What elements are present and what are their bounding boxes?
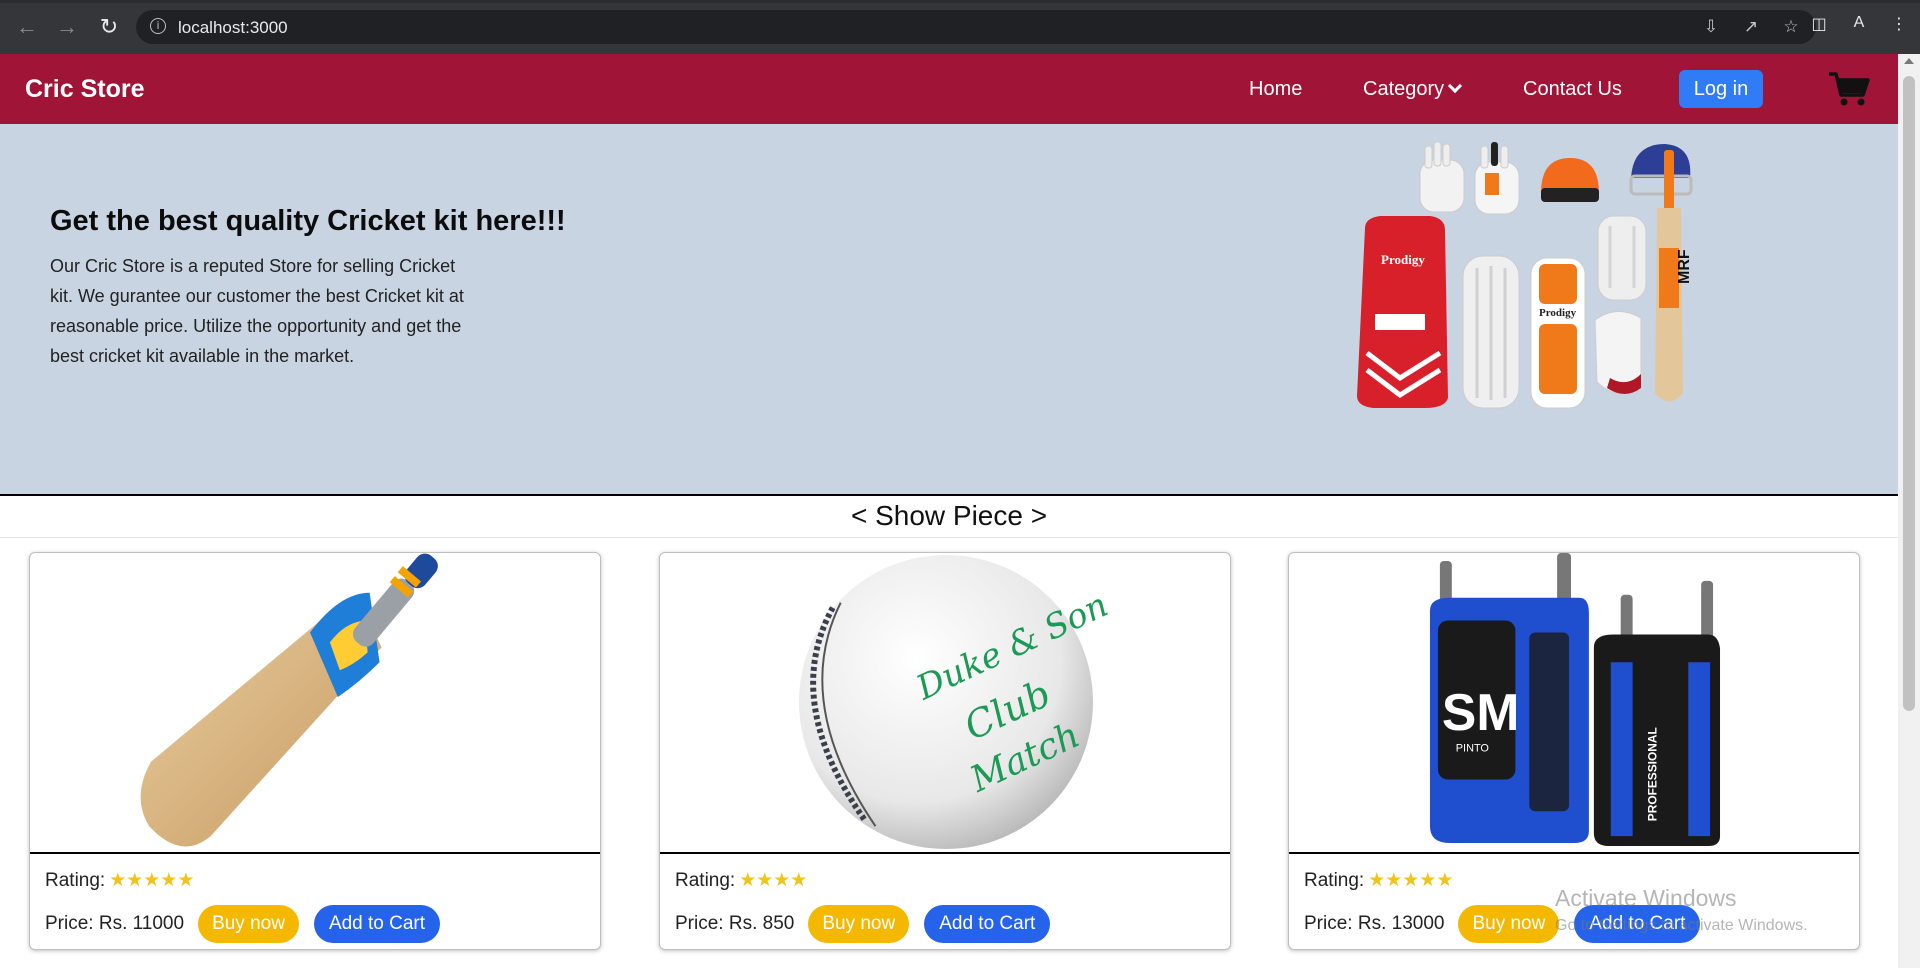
- share-icon[interactable]: ↗: [1740, 16, 1762, 38]
- site-navbar: Cric Store Home Category Contact Us Log …: [0, 54, 1898, 124]
- add-to-cart-button[interactable]: Add to Cart: [924, 905, 1051, 943]
- pad-brand-text: Prodigy: [1539, 307, 1577, 319]
- nav-category-label: Category: [1363, 78, 1445, 100]
- rating-stars-icon: ★★★★★: [1368, 870, 1454, 891]
- nav-category-dropdown[interactable]: Category: [1363, 78, 1463, 101]
- product-image-kitbag: SM PINTO PROFESSIONAL: [1289, 553, 1859, 854]
- rating-label: Rating:: [1304, 870, 1365, 891]
- chevron-down-icon: [1448, 78, 1463, 94]
- rating-label: Rating:: [45, 870, 106, 891]
- product-image-ball: Duke & Son Club Match: [660, 553, 1230, 854]
- scrollbar-thumb[interactable]: [1903, 76, 1915, 711]
- install-app-icon[interactable]: ⇩: [1700, 16, 1722, 38]
- kitbag-side-text: PROFESSIONAL: [1645, 727, 1659, 821]
- bat-brand-text: MRF: [1676, 249, 1693, 284]
- kitbag-sub-text: PINTO: [1456, 743, 1489, 755]
- showcase-title: < Show Piece >: [850, 500, 1048, 531]
- product-card: Rating: ★★★★★ Price: Rs. 11000 Buy now Ad…: [29, 552, 601, 950]
- rating-label: Rating:: [675, 870, 736, 891]
- price-text: Price: Rs. 11000: [45, 913, 185, 934]
- browser-toolbar: ← → ↻ i localhost:3000 ⇩ ↗ ☆ ◫ A ⋮: [0, 0, 1920, 54]
- reload-icon[interactable]: ↻: [96, 14, 122, 40]
- shopping-cart-icon[interactable]: [1828, 71, 1870, 107]
- back-arrow-icon[interactable]: ←: [14, 14, 40, 40]
- profile-avatar[interactable]: A: [1848, 14, 1870, 34]
- side-panel-icon[interactable]: ◫: [1808, 14, 1830, 34]
- activate-windows-subtitle: Go to Settings to activate Windows.: [1555, 917, 1808, 934]
- kitbag-logo-text: SM: [1442, 683, 1519, 741]
- price-row: Price: Rs. 850 Buy now Add to Cart: [675, 905, 1051, 943]
- cricket-kit-image: Prodigy Prodigy MRF: [1357, 141, 1693, 409]
- tab-strip-edge: [0, 0, 1920, 3]
- rating-row: Rating: ★★★★: [675, 869, 807, 892]
- bag-brand-text: Prodigy: [1381, 252, 1425, 267]
- rating-stars-icon: ★★★★★: [109, 870, 195, 891]
- buy-now-button[interactable]: Buy now: [198, 905, 299, 943]
- hero-title: Get the best quality Cricket kit here!!!: [50, 205, 566, 237]
- price-text: Price: Rs. 850: [675, 913, 795, 934]
- price-row: Price: Rs. 11000 Buy now Add to Cart: [45, 905, 441, 943]
- rating-stars-icon: ★★★★: [739, 870, 808, 891]
- brand-logo[interactable]: Cric Store: [25, 75, 144, 104]
- product-image-bat: [30, 553, 600, 854]
- activate-windows-title: Activate Windows: [1555, 885, 1737, 911]
- rating-row: Rating: ★★★★★: [45, 869, 194, 892]
- page-scrollbar[interactable]: [1898, 54, 1920, 968]
- browser-menu-icon[interactable]: ⋮: [1888, 14, 1910, 34]
- rating-row: Rating: ★★★★★: [1304, 869, 1453, 892]
- add-to-cart-button[interactable]: Add to Cart: [313, 905, 441, 943]
- nav-contact-link[interactable]: Contact Us: [1523, 78, 1622, 101]
- site-info-icon[interactable]: i: [150, 18, 166, 34]
- buy-now-button[interactable]: Buy now: [1458, 905, 1560, 943]
- bookmark-star-icon[interactable]: ☆: [1780, 16, 1802, 38]
- address-bar[interactable]: i localhost:3000 ⇩ ↗ ☆: [136, 10, 1816, 44]
- nav-home-link[interactable]: Home: [1249, 78, 1302, 101]
- page-viewport: Cric Store Home Category Contact Us Log …: [0, 54, 1898, 968]
- price-text: Price: Rs. 13000: [1304, 913, 1445, 934]
- address-url[interactable]: localhost:3000: [178, 18, 288, 38]
- forward-arrow-icon[interactable]: →: [54, 14, 80, 40]
- buy-now-button[interactable]: Buy now: [808, 905, 910, 943]
- product-card: Duke & Son Club Match Rating: ★★★★ Price:…: [659, 552, 1231, 950]
- scroll-up-arrow-icon[interactable]: [1904, 58, 1914, 64]
- hero-description: Our Cric Store is a reputed Store for se…: [50, 256, 464, 366]
- hero-section: Get the best quality Cricket kit here!!!…: [0, 124, 1898, 496]
- showcase-divider: [0, 537, 1898, 538]
- login-button[interactable]: Log in: [1679, 70, 1763, 108]
